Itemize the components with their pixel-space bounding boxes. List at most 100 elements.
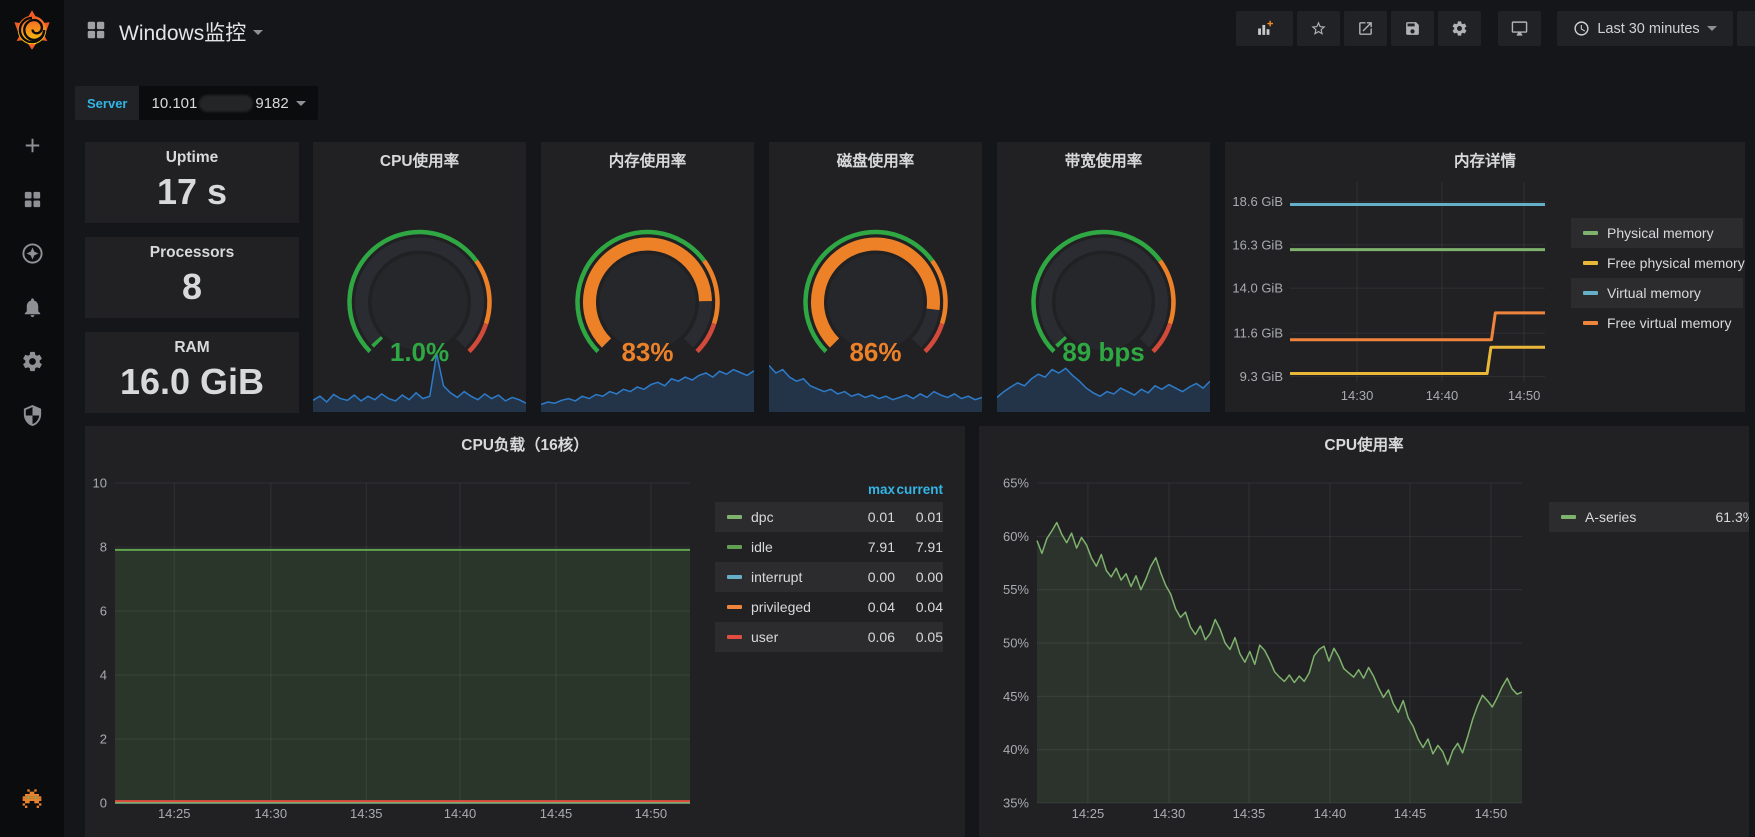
share-icon xyxy=(1357,20,1374,37)
time-range-label: Last 30 minutes xyxy=(1597,21,1699,37)
svg-text:14:50: 14:50 xyxy=(1475,806,1508,821)
save-icon xyxy=(1404,20,1421,37)
legend-row-idle[interactable]: idle7.917.91 xyxy=(715,532,943,562)
memory-detail-legend: Physical memory Free physical memory Virtu… xyxy=(1571,218,1743,338)
panel-memory-detail: 内存详情 18.6 GiB16.3 GiB14.0 GiB11.6 GiB9.3… xyxy=(1225,142,1745,412)
stat-value: 17 s xyxy=(85,171,299,213)
star-button[interactable] xyxy=(1297,11,1340,46)
add-panel-button[interactable] xyxy=(1236,11,1293,46)
svg-text:6: 6 xyxy=(100,604,107,619)
bell-icon xyxy=(21,296,44,319)
stat-value: 8 xyxy=(85,266,299,308)
series-label[interactable]: Free virtual memory xyxy=(1607,315,1731,331)
series-label[interactable]: privileged xyxy=(751,599,833,615)
panel-title[interactable]: CPU使用率 xyxy=(313,149,526,171)
series-label[interactable]: Physical memory xyxy=(1607,225,1714,241)
cycle-view-button[interactable] xyxy=(1498,11,1541,46)
time-range-picker[interactable]: Last 30 minutes xyxy=(1557,11,1733,46)
star-icon xyxy=(1310,20,1327,37)
legend-row-user[interactable]: user0.060.05 xyxy=(715,622,943,652)
legend-value: 7.91 xyxy=(833,539,895,555)
svg-text:14:40: 14:40 xyxy=(1314,806,1347,821)
variable-label: Server xyxy=(75,86,139,120)
svg-text:14:30: 14:30 xyxy=(255,806,288,821)
sidebar-item-alerting[interactable] xyxy=(0,280,64,334)
sidebar-item-create[interactable] xyxy=(0,118,64,172)
series-color-dash xyxy=(1561,515,1576,519)
server-variable-dropdown[interactable]: 10.101 9182 xyxy=(139,86,317,120)
zoom-out-button[interactable] xyxy=(1737,11,1755,46)
svg-text:40%: 40% xyxy=(1003,742,1029,757)
svg-text:14:35: 14:35 xyxy=(1233,806,1266,821)
legend-item[interactable]: Free physical memory xyxy=(1571,248,1743,278)
panel-title[interactable]: 内存详情 xyxy=(1225,149,1745,171)
legend-item[interactable]: Free virtual memory xyxy=(1571,308,1743,338)
series-color-dash xyxy=(727,605,742,609)
series-label[interactable]: A-series xyxy=(1585,509,1693,525)
dashboard-title[interactable]: Windows监控 xyxy=(119,17,246,47)
legend-value: 0.00 xyxy=(895,569,943,585)
svg-text:14:25: 14:25 xyxy=(1072,806,1105,821)
sidebar xyxy=(0,0,64,837)
server-value-end: 9182 xyxy=(255,95,288,112)
series-label[interactable]: user xyxy=(751,629,833,645)
panel-title[interactable]: Processors xyxy=(85,244,299,262)
legend-header-max[interactable]: max xyxy=(833,482,895,497)
share-button[interactable] xyxy=(1344,11,1387,46)
legend-row-privileged[interactable]: privileged0.040.04 xyxy=(715,592,943,622)
svg-text:14:45: 14:45 xyxy=(540,806,573,821)
caret-down-icon xyxy=(1707,26,1717,31)
legend-row-A-series[interactable]: A-series61.3%4 xyxy=(1549,502,1749,532)
panel-bandwidth-gauge: 带宽使用率 89 bps xyxy=(997,142,1210,412)
series-label[interactable]: Free physical memory xyxy=(1607,255,1745,271)
panel-title[interactable]: Uptime xyxy=(85,149,299,167)
sidebar-item-explore[interactable] xyxy=(0,226,64,280)
legend-row-dpc[interactable]: dpc0.010.01 xyxy=(715,502,943,532)
legend-item[interactable]: Physical memory xyxy=(1571,218,1743,248)
sidebar-item-dashboards[interactable] xyxy=(0,172,64,226)
svg-text:14:25: 14:25 xyxy=(158,806,191,821)
legend-value: 0.01 xyxy=(895,509,943,525)
panel-memory-gauge: 内存使用率 83% xyxy=(541,142,754,412)
template-variables-bar: Server 10.101 9182 xyxy=(75,86,318,120)
legend-header-row: max xyxy=(1549,476,1749,502)
series-color-dash xyxy=(1583,261,1598,265)
legend-header-current[interactable]: current xyxy=(895,482,943,497)
panel-title[interactable]: RAM xyxy=(85,339,299,357)
sidebar-item-server-admin[interactable] xyxy=(0,388,64,442)
dashboard-settings-button[interactable] xyxy=(1438,11,1481,46)
panel-title[interactable]: 内存使用率 xyxy=(541,149,754,171)
series-label[interactable]: Virtual memory xyxy=(1607,285,1701,301)
panel-title[interactable]: 磁盘使用率 xyxy=(769,149,982,171)
svg-text:14:45: 14:45 xyxy=(1394,806,1427,821)
gauge-value: 1.0% xyxy=(313,334,526,370)
legend-row-interrupt[interactable]: interrupt0.000.00 xyxy=(715,562,943,592)
sidebar-item-configuration[interactable] xyxy=(0,334,64,388)
svg-text:14:50: 14:50 xyxy=(635,806,668,821)
series-color-dash xyxy=(1583,231,1598,235)
series-label[interactable]: dpc xyxy=(751,509,833,525)
series-label[interactable]: interrupt xyxy=(751,569,833,585)
plus-icon xyxy=(21,134,44,157)
legend-header-max[interactable]: max xyxy=(1717,482,1749,497)
series-color-dash xyxy=(1583,321,1598,325)
legend-header-row: maxcurrent xyxy=(715,476,943,502)
grafana-logo[interactable] xyxy=(10,8,54,52)
user-avatar-button[interactable] xyxy=(18,787,46,815)
svg-text:14:40: 14:40 xyxy=(1426,388,1459,403)
gauge-value: 86% xyxy=(769,334,982,370)
cpu-usage-legend: max A-series61.3%4 xyxy=(1549,476,1749,532)
gear-icon xyxy=(1451,20,1468,37)
panel-title[interactable]: 带宽使用率 xyxy=(997,149,1210,171)
svg-text:55%: 55% xyxy=(1003,582,1029,597)
legend-value: 0.01 xyxy=(833,509,895,525)
save-button[interactable] xyxy=(1391,11,1434,46)
panel-disk-gauge: 磁盘使用率 86% xyxy=(769,142,982,412)
svg-text:9.3 GiB: 9.3 GiB xyxy=(1240,369,1283,384)
series-color-dash xyxy=(727,515,742,519)
series-label[interactable]: idle xyxy=(751,539,833,555)
clock-icon xyxy=(1573,20,1590,37)
panel-title[interactable]: CPU使用率 xyxy=(979,433,1749,455)
panel-title[interactable]: CPU负载（16核） xyxy=(85,433,965,455)
legend-item[interactable]: Virtual memory xyxy=(1571,278,1743,308)
